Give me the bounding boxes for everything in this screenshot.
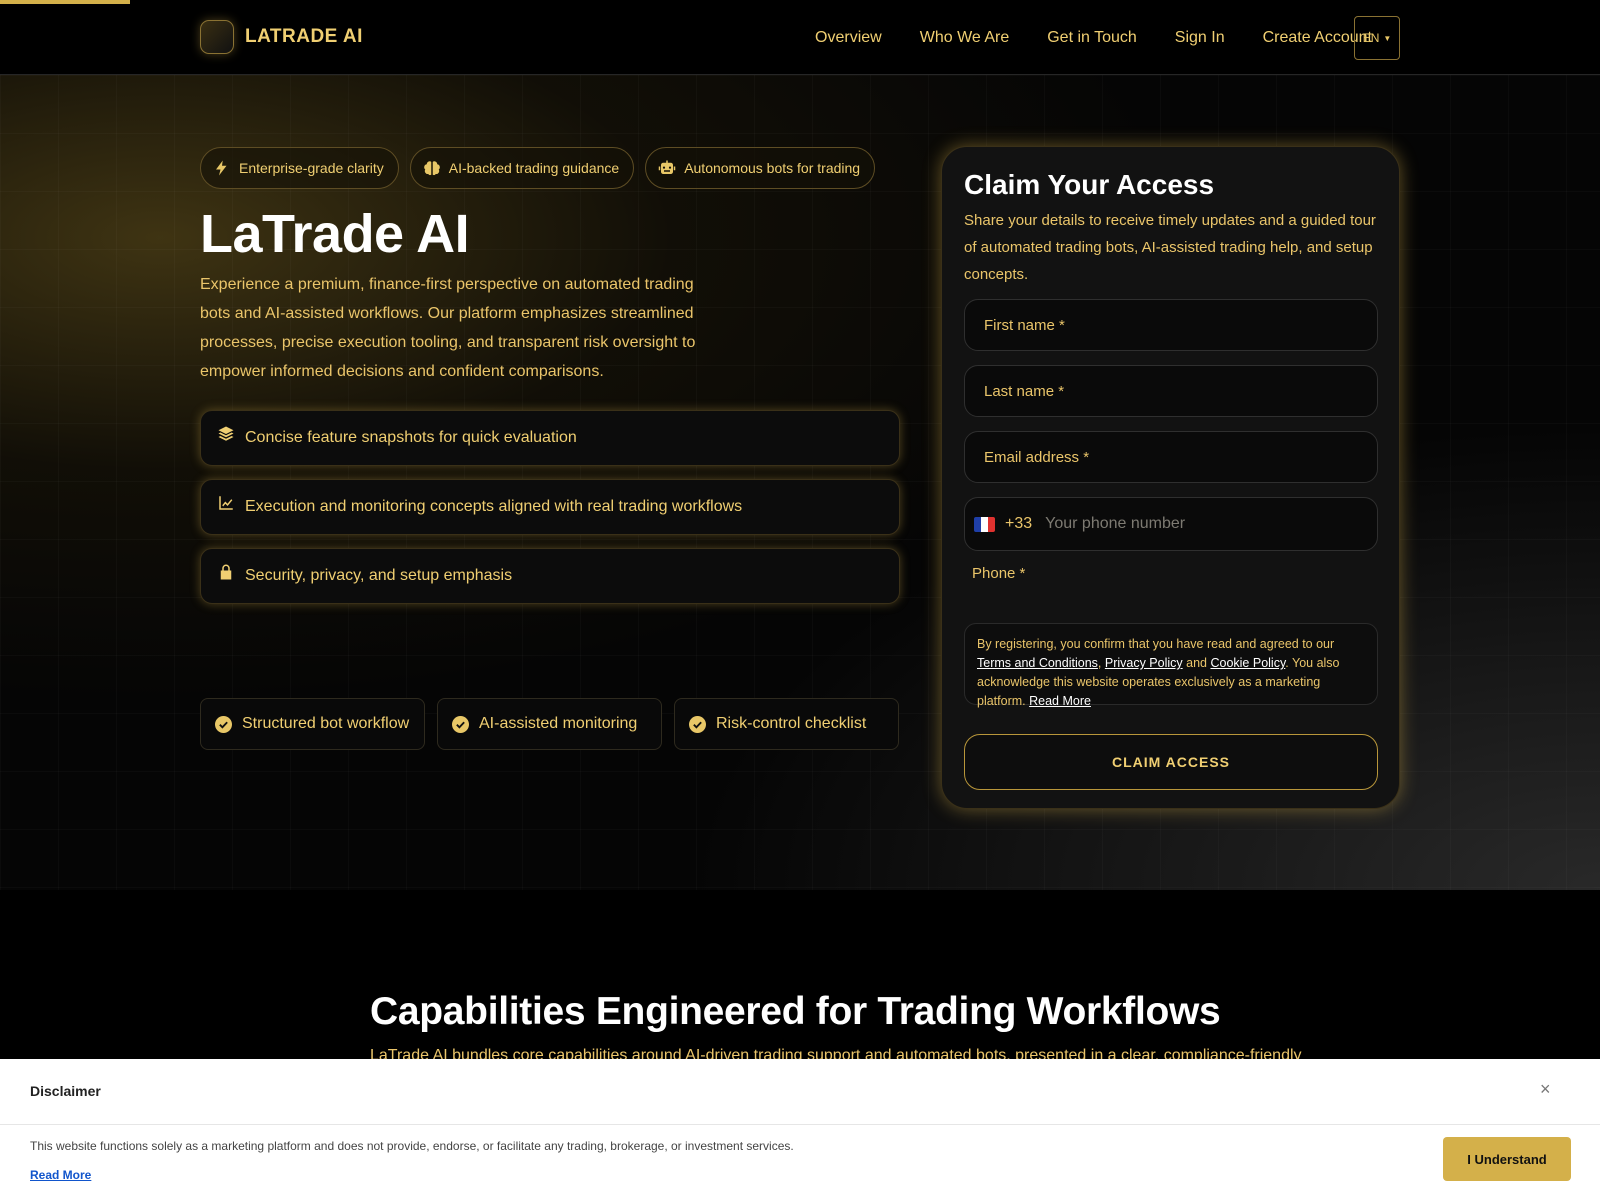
email-placeholder: Email address *: [984, 448, 1090, 466]
consent-comma: ,: [1097, 656, 1105, 670]
feature-list: Concise feature snapshots for quick eval…: [200, 410, 900, 617]
brand-name: LATRADE AI: [245, 26, 363, 47]
check-label: AI-assisted monitoring: [479, 715, 638, 732]
check-circle-icon: [452, 715, 469, 733]
feature-item: Security, privacy, and setup emphasis: [200, 548, 900, 604]
hero-description: Experience a premium, finance-first pers…: [200, 276, 696, 380]
check-item: Risk-control checklist: [674, 698, 899, 750]
last-name-field[interactable]: Last name *: [964, 365, 1378, 417]
first-name-field[interactable]: First name *: [964, 299, 1378, 351]
pill-enterprise: Enterprise-grade clarity: [200, 147, 399, 189]
robot-icon: [658, 160, 676, 174]
form-subtitle: Share your details to receive timely upd…: [964, 212, 1376, 283]
nav-overview[interactable]: Overview: [815, 29, 882, 47]
caret-down-icon: ▼: [1383, 33, 1392, 43]
phone-dial-code[interactable]: +33: [1005, 515, 1032, 533]
layers-icon: [218, 426, 234, 441]
pill-ai-guidance: AI-backed trading guidance: [409, 147, 635, 189]
pill-label: Enterprise-grade clarity: [239, 160, 384, 176]
phone-label: Phone *: [972, 565, 1026, 582]
hero-pills: Enterprise-grade clarity AI-backed tradi…: [200, 147, 876, 189]
site-header: LATRADE AI Overview Who We Are Get in To…: [0, 0, 1600, 75]
check-circle-icon: [215, 715, 232, 733]
consent-notice: By registering, you confirm that you hav…: [964, 623, 1378, 708]
form-title: Claim Your Access: [964, 169, 1215, 200]
feature-item: Concise feature snapshots for quick eval…: [200, 410, 900, 466]
consent-prefix: By registering, you confirm that you hav…: [977, 637, 1335, 651]
page-progress-accent: [0, 0, 130, 4]
brand-logo-icon: [200, 20, 234, 54]
disclaimer-text: This website functions solely as a marke…: [30, 1139, 794, 1153]
check-item: AI-assisted monitoring: [437, 698, 662, 750]
signup-card: Claim Your Access Share your details to …: [941, 146, 1400, 809]
privacy-link[interactable]: Privacy Policy: [1105, 656, 1183, 670]
pill-label: Autonomous bots for trading: [684, 160, 861, 176]
claim-access-button[interactable]: CLAIM ACCESS: [964, 734, 1378, 790]
phone-field[interactable]: +33 Your phone number: [964, 497, 1378, 551]
check-label: Structured bot workflow: [242, 715, 410, 732]
brand[interactable]: LATRADE AI: [200, 20, 363, 54]
email-field[interactable]: Email address *: [964, 431, 1378, 483]
capabilities-section: Capabilities Engineered for Trading Work…: [0, 890, 1600, 1064]
feature-label: Security, privacy, and setup emphasis: [245, 567, 513, 584]
france-flag-icon[interactable]: [974, 516, 995, 532]
pill-label: AI-backed trading guidance: [448, 160, 620, 176]
nav-get-in-touch[interactable]: Get in Touch: [1047, 29, 1137, 47]
consent-read-more-link[interactable]: Read More: [1029, 694, 1091, 708]
capabilities-title: Capabilities Engineered for Trading Work…: [370, 990, 1221, 1033]
disclaimer-header: Disclaimer ×: [0, 1059, 1600, 1125]
feature-label: Execution and monitoring concepts aligne…: [245, 498, 743, 515]
nav-who-we-are[interactable]: Who We Are: [920, 29, 1010, 47]
language-label: EN: [1362, 31, 1380, 45]
check-list: Structured bot workflow AI-assisted moni…: [200, 698, 899, 750]
lock-icon: [220, 564, 232, 580]
feature-label: Concise feature snapshots for quick eval…: [245, 429, 577, 446]
close-icon[interactable]: ×: [1540, 1079, 1551, 1100]
understand-button[interactable]: I Understand: [1443, 1137, 1571, 1181]
disclaimer-read-more-link[interactable]: Read More: [30, 1168, 91, 1182]
disclaimer-title: Disclaimer: [30, 1083, 101, 1099]
phone-placeholder: Your phone number: [1045, 515, 1186, 532]
check-label: Risk-control checklist: [716, 715, 867, 732]
hero-section: Enterprise-grade clarity AI-backed tradi…: [0, 75, 1600, 890]
language-selector[interactable]: EN ▼: [1354, 16, 1400, 60]
hero-title: LaTrade AI: [200, 204, 470, 264]
cookie-link[interactable]: Cookie Policy: [1210, 656, 1285, 670]
brain-icon: [423, 161, 440, 176]
disclaimer-banner: Disclaimer × This website functions sole…: [0, 1059, 1600, 1200]
check-circle-icon: [689, 715, 706, 733]
check-item: Structured bot workflow: [200, 698, 425, 750]
pill-autonomous-bots: Autonomous bots for trading: [645, 147, 876, 189]
consent-and: and: [1182, 656, 1211, 670]
feature-item: Execution and monitoring concepts aligne…: [200, 479, 900, 535]
last-name-placeholder: Last name *: [984, 382, 1065, 400]
lightning-icon: [216, 160, 227, 176]
chart-line-icon: [219, 496, 233, 510]
nav-sign-in[interactable]: Sign In: [1175, 29, 1225, 47]
terms-link[interactable]: Terms and Conditions: [977, 656, 1098, 670]
first-name-placeholder: First name *: [984, 316, 1065, 334]
main-nav: Overview Who We Are Get in Touch Sign In…: [815, 0, 1372, 75]
